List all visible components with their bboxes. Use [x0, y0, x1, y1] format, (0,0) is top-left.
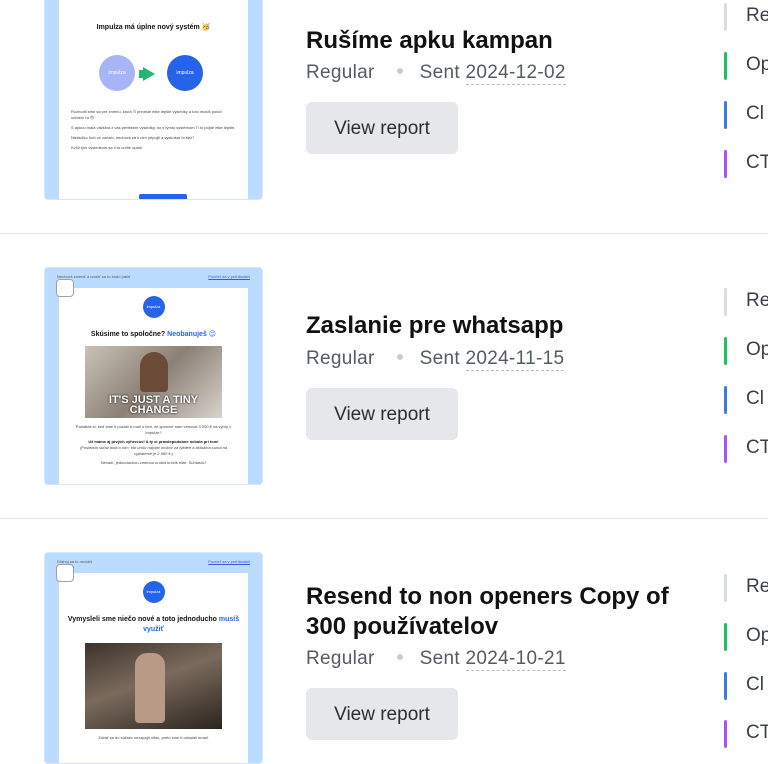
preview-body-4: Kvôli tým výsledkom sa ti to určite opla…: [71, 145, 144, 150]
campaign-title[interactable]: Zaslanie pre whatsapp: [306, 311, 706, 341]
preview-topline-right: Pozrieť sa v prehliadači: [208, 274, 250, 279]
stat-bar: [724, 720, 727, 748]
email-preview-thumbnail[interactable]: Impulza má úplne nový systém 🥳 impulza i…: [44, 0, 263, 200]
preview-heading-accent: Neobanuješ 😉: [167, 331, 217, 338]
stat-bar: [724, 288, 727, 316]
email-preview-thumbnail[interactable]: Nechceš zmeniť a urobiť sa to budú páčiť…: [44, 267, 263, 485]
sent-date: 2024-10-21: [465, 648, 566, 671]
preview-cta-button: [139, 194, 187, 199]
preview-topline: Nechceš zmeniť a urobiť sa to budú páčiť…: [45, 268, 262, 288]
stat-label: Re: [746, 576, 768, 597]
stat-bar: [724, 3, 727, 31]
stat-clicked: Cl: [724, 386, 764, 414]
stat-label: CT: [746, 722, 768, 743]
stat-label: Op: [746, 54, 768, 75]
stat-ctr: CT: [724, 150, 768, 178]
preview-body-1: Rozhodli sme sa pre zmenu, ktorá Ti prin…: [71, 109, 224, 120]
select-checkbox[interactable]: [56, 279, 74, 297]
arrow-shaft: [139, 70, 147, 78]
preview-body-2: S apkou mala väčšina z vás perfektné výs…: [71, 125, 236, 130]
email-preview-thumbnail[interactable]: Sťahuj sa to nevidíš Pozrieť sa v prehli…: [44, 552, 263, 764]
stat-label: Op: [746, 339, 768, 360]
preview-heading: Impulza má úplne nový systém 🥳: [96, 24, 211, 31]
stat-bar: [724, 574, 727, 602]
stat-clicked: Cl: [724, 101, 764, 129]
brand-logo: impulza: [142, 581, 165, 603]
stat-received: Re: [724, 574, 768, 602]
image-person: [140, 352, 168, 392]
stat-label: Cl: [746, 674, 764, 695]
preview-body-1: Začať sa do súťaže nezapojil nikto, pret…: [98, 735, 209, 740]
stat-label: Op: [746, 625, 768, 646]
preview-heading-text: Vymysleli sme niečo nové a toto jednoduc…: [67, 616, 217, 623]
view-report-button[interactable]: View report: [306, 102, 458, 154]
campaign-title[interactable]: Rušíme apku kampan: [306, 26, 706, 56]
stat-bar: [724, 672, 727, 700]
preview-heading-text: Skúsime to spoločne?: [90, 331, 166, 338]
separator-dot: [396, 653, 403, 660]
preview-body-4: Nevadí, jednoduchou zmenou urobíš krôčik…: [100, 460, 207, 465]
image-caption: IT'S JUST A TINY CHANGE: [108, 394, 199, 416]
separator-dot: [396, 353, 403, 360]
stat-opened: Op: [724, 337, 768, 365]
sent-label: Sent: [419, 648, 460, 669]
campaign-type: Regular: [306, 648, 375, 669]
campaign-type: Regular: [306, 348, 375, 369]
stat-ctr: CT: [724, 435, 768, 463]
stat-ctr: CT: [724, 720, 768, 748]
select-checkbox[interactable]: [56, 564, 74, 582]
stat-clicked: Cl: [724, 672, 764, 700]
preview-topline: Sťahuj sa to nevidíš Pozrieť sa v prehli…: [45, 553, 262, 573]
new-app-logo: impulza: [167, 55, 203, 91]
row-divider: [0, 518, 768, 519]
stat-bar: [724, 101, 727, 129]
separator-dot: [396, 67, 403, 74]
stat-label: CT: [746, 152, 768, 173]
old-app-logo: impulza: [99, 55, 135, 91]
image-person: [135, 653, 165, 723]
stat-bar: [724, 623, 727, 651]
preview-body-1: Pamätáš si, keď sme ti poslali e-mail o …: [75, 424, 232, 435]
stat-opened: Op: [724, 52, 768, 80]
stat-label: Re: [746, 290, 768, 311]
stat-bar: [724, 150, 727, 178]
view-report-button[interactable]: View report: [306, 388, 458, 440]
stat-label: Re: [746, 5, 768, 26]
campaign-meta: Regular Sent 2024-10-21: [306, 648, 566, 671]
preview-body-3: (Posledná súťaž bola o tom, kto urobí na…: [79, 445, 228, 456]
stat-received: Re: [724, 288, 768, 316]
campaign-meta: Regular Sent 2024-12-02: [306, 62, 566, 85]
preview-image: IT'S JUST A TINY CHANGE: [85, 346, 222, 418]
sent-date: 2024-12-02: [465, 62, 566, 85]
stat-bar: [724, 52, 727, 80]
stat-received: Re: [724, 3, 768, 31]
preview-image: [85, 643, 222, 729]
stat-bar: [724, 386, 727, 414]
preview-heading: Skúsime to spoločne? Neobanuješ 😉: [59, 330, 248, 340]
stat-label: Cl: [746, 388, 764, 409]
sent-date: 2024-11-15: [465, 348, 565, 371]
row-divider: [0, 233, 768, 234]
stat-bar: [724, 435, 727, 463]
campaign-title[interactable]: Resend to non openers Copy of 300 použív…: [306, 582, 706, 642]
stat-label: Cl: [746, 103, 764, 124]
campaign-meta: Regular Sent 2024-11-15: [306, 348, 565, 371]
brand-logo: impulza: [142, 296, 165, 318]
stat-opened: Op: [724, 623, 768, 651]
campaign-type: Regular: [306, 62, 375, 83]
sent-label: Sent: [419, 62, 460, 83]
preview-heading: Vymysleli sme niečo nové a toto jednoduc…: [59, 615, 248, 635]
stat-label: CT: [746, 437, 768, 458]
stat-bar: [724, 337, 727, 365]
sent-label: Sent: [419, 348, 460, 369]
view-report-button[interactable]: View report: [306, 688, 458, 740]
preview-topline-right: Pozrieť sa v prehliadači: [208, 559, 250, 564]
